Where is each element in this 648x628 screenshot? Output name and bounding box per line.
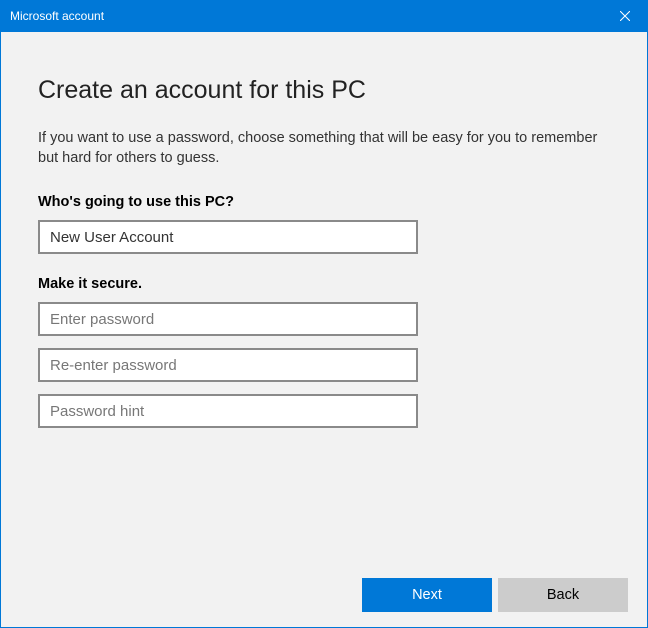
close-icon [620,11,630,21]
username-section-label: Who's going to use this PC? [38,194,610,210]
back-button[interactable]: Back [498,578,628,612]
username-input[interactable] [38,220,418,254]
dialog-window: Microsoft account Create an account for … [0,0,648,628]
window-title: Microsoft account [10,9,104,23]
password-confirm-input[interactable] [38,348,418,382]
close-button[interactable] [602,0,648,32]
page-subtitle: If you want to use a password, choose so… [38,129,610,168]
secure-section-label: Make it secure. [38,276,610,292]
next-button[interactable]: Next [362,578,492,612]
footer: Next Back [0,562,648,628]
content-area: Create an account for this PC If you wan… [0,32,648,562]
page-title: Create an account for this PC [38,76,610,105]
password-hint-input[interactable] [38,394,418,428]
titlebar: Microsoft account [0,0,648,32]
password-input[interactable] [38,302,418,336]
